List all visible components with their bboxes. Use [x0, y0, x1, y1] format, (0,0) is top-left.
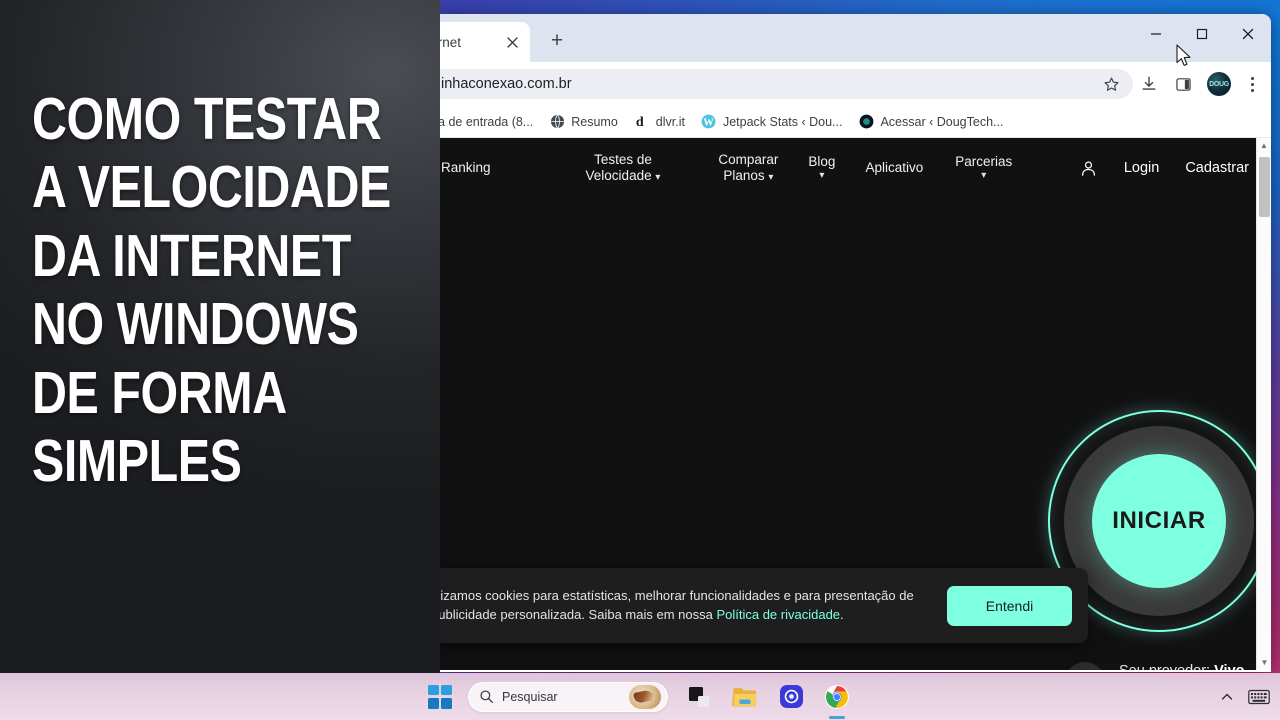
title-line: NO WINDOWS — [32, 291, 359, 358]
address-bar[interactable]: inhaconexao.com.br — [433, 69, 1133, 99]
tab-title: nternet — [433, 34, 462, 50]
dougtech-icon — [858, 114, 874, 130]
new-tab-button[interactable]: + — [542, 26, 572, 56]
windows-start-icon[interactable] — [428, 684, 452, 709]
chevron-down-icon: ▾ — [819, 170, 825, 181]
close-window-button[interactable] — [1225, 14, 1271, 54]
nav-item-testes-de-velocidade[interactable]: Testes de Velocidade ▾ — [586, 152, 661, 183]
cookie-banner-text: tilizamos cookies para estatísticas, mel… — [433, 588, 914, 622]
pie-slice-icon — [629, 684, 661, 709]
bookmark-star-icon[interactable] — [1095, 68, 1127, 100]
taskbar-center-group: Pesquisar — [428, 681, 852, 719]
svg-text:W: W — [704, 117, 715, 128]
privacy-policy-link[interactable]: Política de rivacidade — [716, 607, 840, 622]
search-icon — [479, 689, 494, 704]
browser-tab-active[interactable]: nternet — [433, 22, 530, 62]
signup-link[interactable]: Cadastrar — [1185, 160, 1249, 176]
bookmark-item[interactable]: W Jetpack Stats ‹ Dou... — [693, 111, 851, 133]
login-link[interactable]: Login — [1124, 160, 1159, 176]
taskbar-search-box[interactable]: Pesquisar — [468, 681, 668, 712]
title-line: SIMPLES — [32, 428, 242, 495]
scrollbar-up-arrow[interactable]: ▲ — [1257, 138, 1271, 153]
video-title-block: COMO TESTAR A VELOCIDADE DA INTERNET NO … — [32, 86, 424, 503]
download-icon[interactable] — [1133, 68, 1165, 100]
side-panel-icon[interactable] — [1167, 68, 1199, 100]
tab-close-icon[interactable] — [502, 32, 522, 52]
provider-info: Seu provedor: Vivo Sua cidade: Campinas — [1065, 660, 1269, 670]
url-text: inhaconexao.com.br — [441, 76, 572, 92]
provider-line: Seu provedor: Vivo — [1119, 660, 1269, 670]
title-overlay-panel: COMO TESTAR A VELOCIDADE DA INTERNET NO … — [0, 0, 440, 720]
taskbar-system-tray — [1220, 689, 1270, 705]
bookmark-item[interactable]: Resumo — [541, 111, 626, 133]
start-button-inner-circle[interactable]: INICIAR — [1092, 454, 1226, 588]
bookmark-item[interactable]: Acessar ‹ DougTech... — [850, 111, 1011, 133]
wordpress-icon: W — [701, 114, 717, 130]
profile-avatar[interactable]: DOUG — [1207, 72, 1231, 96]
search-placeholder-label: Pesquisar — [502, 689, 558, 704]
nav-item-aplicativo[interactable]: Aplicativo — [865, 160, 923, 176]
minimize-button[interactable] — [1133, 14, 1179, 54]
bookmarks-bar: ixa de entrada (8... Resumo d dlvr.it W … — [433, 106, 1271, 138]
bookmark-label: Resumo — [571, 114, 618, 129]
chevron-down-icon: ▾ — [981, 170, 987, 181]
title-line: DA INTERNET — [32, 222, 351, 289]
meet-app-icon[interactable] — [776, 682, 806, 712]
nav-item-blog[interactable]: Blog ▾ — [808, 154, 835, 181]
browser-toolbar: inhaconexao.com.br DOUG — [433, 62, 1271, 106]
terminal-icon[interactable] — [684, 682, 714, 712]
provider-text-block: Seu provedor: Vivo Sua cidade: Campinas — [1119, 660, 1269, 670]
bookmark-label: ixa de entrada (8... — [433, 114, 534, 129]
nav-item-comparar-planos[interactable]: Comparar Planos ▾ — [718, 152, 778, 183]
show-hidden-icons-chevron[interactable] — [1220, 690, 1234, 704]
chrome-icon[interactable] — [822, 682, 852, 719]
start-button-label: INICIAR — [1112, 507, 1206, 534]
nav-right-actions: Login Cadastrar — [1079, 159, 1271, 178]
toolbar-right-actions: DOUG — [1133, 68, 1271, 100]
globe-icon — [549, 114, 565, 130]
dlvrit-icon: d — [634, 114, 650, 130]
bookmark-label: dlvr.it — [655, 114, 685, 129]
file-explorer-icon[interactable] — [730, 682, 760, 712]
title-line: A VELOCIDADE — [32, 154, 391, 221]
screenshot-root: nternet + inhaconexao.com — [0, 0, 1280, 720]
chevron-down-icon: ▾ — [768, 172, 774, 183]
nav-item-parcerias[interactable]: Parcerias ▾ — [955, 154, 1012, 181]
site-navigation: Ranking Testes de Velocidade ▾ Comparar … — [433, 138, 1271, 198]
person-circle-icon — [1065, 662, 1105, 670]
keyboard-touch-icon[interactable] — [1248, 689, 1270, 705]
page-scrollbar[interactable]: ▲ ▼ — [1256, 138, 1271, 670]
chevron-down-icon: ▾ — [655, 172, 661, 183]
bookmark-item[interactable]: ixa de entrada (8... — [433, 111, 541, 133]
cookie-consent-banner: tilizamos cookies para estatísticas, mel… — [433, 568, 1088, 643]
person-icon[interactable] — [1079, 159, 1098, 178]
mouse-cursor — [1176, 44, 1191, 66]
chrome-browser-window: nternet + inhaconexao.com — [433, 14, 1271, 672]
web-page-content: Ranking Testes de Velocidade ▾ Comparar … — [433, 138, 1271, 670]
bookmark-label: Jetpack Stats ‹ Dou... — [722, 114, 843, 129]
bookmark-item[interactable]: d dlvr.it — [626, 111, 693, 133]
scrollbar-down-arrow[interactable]: ▼ — [1257, 655, 1271, 670]
title-line: COMO TESTAR — [32, 86, 382, 152]
nav-item-ranking[interactable]: Ranking — [441, 160, 491, 176]
title-line: DE FORMA — [32, 359, 287, 426]
chrome-menu-dots-icon[interactable] — [1239, 76, 1265, 92]
accept-cookies-button[interactable]: Entendi — [947, 585, 1072, 626]
bookmark-label: Acessar ‹ DougTech... — [880, 114, 1004, 129]
scrollbar-thumb[interactable] — [1259, 157, 1270, 217]
windows-taskbar: Pesquisar — [0, 673, 1280, 720]
window-controls — [1133, 14, 1271, 62]
svg-text:d: d — [636, 114, 644, 129]
tab-strip: nternet + — [433, 14, 1271, 62]
